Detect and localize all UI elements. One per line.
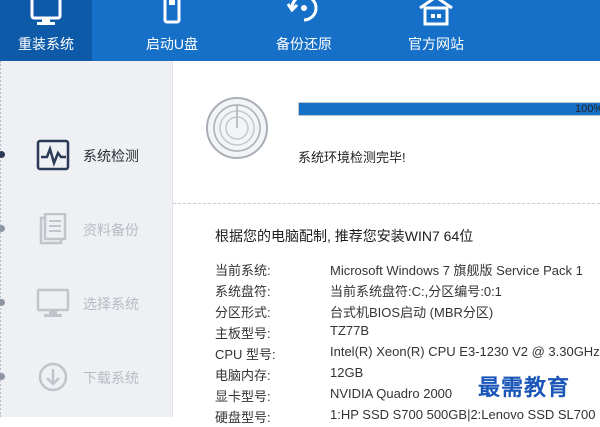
detect-status-text: 系统环境检测完毕! bbox=[298, 150, 406, 165]
sidebar-item-system-detect[interactable]: 系统检测 bbox=[36, 139, 166, 171]
sidebar-item-label: 系统检测 bbox=[83, 148, 139, 164]
info-label: 显卡型号: bbox=[215, 389, 271, 404]
nav-tab-usb-boot[interactable]: 启动U盘 bbox=[126, 0, 218, 61]
info-label: 当前系统: bbox=[215, 263, 271, 278]
detect-spinner-icon bbox=[205, 96, 269, 165]
restore-icon bbox=[286, 0, 322, 29]
info-value: 台式机BIOS启动 (MBR分区) bbox=[330, 305, 494, 320]
info-value: Microsoft Windows 7 旗舰版 Service Pack 1 bbox=[330, 263, 583, 278]
info-value: Intel(R) Xeon(R) CPU E3-1230 V2 @ 3.30GH… bbox=[330, 344, 600, 359]
info-label: 主板型号: bbox=[215, 326, 271, 341]
sidebar-item-label: 资料备份 bbox=[83, 222, 139, 238]
watermark-logo: 最需教育 bbox=[478, 375, 571, 401]
usb-icon bbox=[157, 0, 187, 29]
info-label: 系统盘符: bbox=[215, 284, 271, 299]
nav-tab-backup-restore[interactable]: 备份还原 bbox=[258, 0, 350, 61]
nav-tab-official-site[interactable]: 官方网站 bbox=[390, 0, 482, 61]
info-label: 分区形式: bbox=[215, 305, 271, 320]
info-value: TZ77B bbox=[330, 323, 370, 338]
monitor-icon bbox=[26, 0, 66, 31]
detect-progress-fill bbox=[299, 103, 600, 115]
top-nav: 重装系统 启动U盘 备份还原 官方网站 bbox=[0, 0, 600, 61]
info-value: 12GB bbox=[330, 365, 364, 380]
info-row: 主板型号: TZ77B bbox=[215, 323, 600, 343]
pulse-icon bbox=[36, 139, 70, 171]
nav-tab-reinstall[interactable]: 重装系统 bbox=[0, 0, 92, 61]
nav-tab-label: 官方网站 bbox=[408, 36, 464, 52]
info-value: 当前系统盘符:C:,分区编号:0:1 bbox=[330, 284, 502, 299]
sidebar-item-select-system[interactable]: 选择系统 bbox=[36, 287, 166, 319]
info-value: 1:HP SSD S700 500GB|2:Lenovo SSD SL700 bbox=[330, 407, 596, 422]
sidebar-item-download-system[interactable]: 下载系统 bbox=[36, 361, 166, 393]
info-value: NVIDIA Quadro 2000 bbox=[330, 386, 453, 401]
info-row: CPU 型号: Intel(R) Xeon(R) CPU E3-1230 V2 … bbox=[215, 344, 600, 364]
main-panel: 100% 系统环境检测完毕! 根据您的电脑配制, 推荐您安装WIN7 64位 当… bbox=[173, 61, 600, 425]
sidebar-item-label: 下载系统 bbox=[83, 370, 139, 386]
nav-tab-label: 重装系统 bbox=[18, 36, 74, 52]
monitor-icon bbox=[36, 287, 70, 319]
info-row: 系统盘符: 当前系统盘符:C:,分区编号:0:1 bbox=[215, 281, 600, 301]
sidebar-item-data-backup[interactable]: 资料备份 bbox=[36, 212, 166, 245]
info-row: 当前系统: Microsoft Windows 7 旗舰版 Service Pa… bbox=[215, 260, 600, 280]
nav-tab-label: 备份还原 bbox=[276, 36, 332, 52]
info-row: 硬盘型号: 1:HP SSD S700 500GB|2:Lenovo SSD S… bbox=[215, 407, 600, 427]
info-row: 分区形式: 台式机BIOS启动 (MBR分区) bbox=[215, 302, 600, 322]
document-icon bbox=[36, 212, 70, 245]
home-icon bbox=[416, 0, 456, 31]
sidebar-item-label: 选择系统 bbox=[83, 296, 139, 312]
info-label: CPU 型号: bbox=[215, 347, 276, 362]
nav-tab-label: 启动U盘 bbox=[145, 36, 199, 52]
detect-progress-bar bbox=[298, 102, 600, 116]
step-rail bbox=[0, 61, 5, 417]
divider bbox=[173, 203, 600, 204]
detect-progress-text: 100% bbox=[575, 103, 600, 115]
info-label: 电脑内存: bbox=[215, 368, 271, 383]
recommendation-text: 根据您的电脑配制, 推荐您安装WIN7 64位 bbox=[215, 228, 474, 244]
download-icon bbox=[36, 361, 70, 393]
